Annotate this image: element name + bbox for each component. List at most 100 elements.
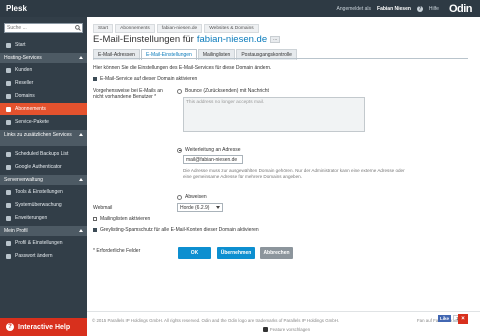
plesk-logo[interactable]: Plesk [6, 4, 27, 13]
backup-icon [6, 151, 11, 157]
sidebar-section-profile[interactable]: Mein Profil [0, 226, 87, 236]
cancel-button[interactable]: Abbrechen [260, 247, 293, 259]
odin-logo: Odin [448, 2, 473, 15]
footer-copyright: © 2015 Parallels IP Holdings GmbH. All r… [92, 318, 340, 323]
bounce-message-textarea[interactable]: This address no longer accepts mail. [183, 97, 365, 132]
reject-row: Abweisen [177, 194, 207, 200]
sidebar-item-label: Reseller [15, 80, 34, 86]
sidebar-item-label: Scheduled Backups List [15, 151, 69, 157]
user-menu[interactable]: Fabian Niesen [377, 6, 411, 12]
apply-button[interactable]: Übernehmen [217, 247, 255, 259]
facebook-like-button[interactable]: Like [438, 315, 452, 322]
help-icon[interactable]: ? [416, 5, 423, 12]
bounce-row: Bounce (Zurücksenden) mit Nachricht [177, 88, 269, 94]
sidebar-item-resellers[interactable]: Reseller [0, 77, 87, 89]
sidebar-item-google-authenticator[interactable]: Google Authenticator [0, 161, 87, 173]
mailinglists-checkbox[interactable] [93, 217, 97, 221]
feature-suggest-link[interactable]: Feature vorschlagen [263, 327, 310, 332]
forward-address-field[interactable]: mail@fabian-niesen.de [183, 155, 243, 164]
interactive-help-button[interactable]: ? Interactive Help [0, 318, 87, 336]
chevron-down-icon [216, 206, 220, 209]
tools-icon [6, 189, 11, 195]
sidebar-section-links[interactable]: Links zu zusätzlichen Services [0, 130, 87, 146]
breadcrumb-websites[interactable]: Websites & Domains [204, 24, 259, 33]
sidebar-item-label: Service-Pakete [15, 119, 49, 125]
forward-hint: Die Adresse muss zur ausgewählten Domain… [183, 168, 405, 179]
activate-email-checkbox[interactable] [93, 77, 97, 81]
top-bar: Plesk Angemeldet als Fabian Niesen ? Hil… [0, 0, 480, 17]
interactive-help-label: Interactive Help [18, 323, 71, 331]
customers-icon [6, 67, 11, 73]
title-prefix: E-Mail-Einstellungen für [93, 34, 194, 45]
sidebar-item-label: Kunden [15, 67, 33, 73]
collapse-icon [79, 133, 83, 136]
forward-row: Weiterleitung an Adresse [177, 147, 241, 153]
subscriptions-icon [6, 106, 11, 112]
search-input[interactable] [5, 24, 73, 32]
sidebar-item-subscriptions[interactable]: Abonnements [0, 103, 87, 115]
sidebar-item-change-password[interactable]: Passwort ändern [0, 250, 87, 262]
monitoring-icon [6, 202, 11, 208]
sidebar-section-server[interactable]: Serververwaltung [0, 175, 87, 185]
section-label: Serververwaltung [4, 177, 43, 183]
ok-button[interactable]: OK [178, 247, 211, 259]
sidebar-item-extensions[interactable]: Erweiterungen [0, 212, 87, 224]
section-label: Mein Profil [4, 228, 28, 234]
reject-radio[interactable] [177, 194, 182, 200]
sidebar: Start Hosting-Services Kunden Reseller D… [0, 17, 87, 336]
breadcrumb-start[interactable]: Start [93, 24, 114, 33]
sidebar-item-domains[interactable]: Domains [0, 90, 87, 102]
sidebar-item-start[interactable]: Start [0, 39, 87, 51]
title-domain[interactable]: fabian-niesen.de [197, 34, 267, 45]
search-box [4, 23, 83, 33]
sidebar-item-label: Abonnements [15, 106, 46, 112]
collapse-icon [79, 178, 83, 181]
sidebar-item-customers[interactable]: Kunden [0, 64, 87, 76]
activate-email-label: E-Mail-Service auf dieser Domain aktivie… [100, 76, 198, 82]
section-label: Hosting-Services [4, 55, 42, 61]
close-icon[interactable]: × [458, 314, 468, 324]
bounce-label: Bounce (Zurücksenden) mit Nachricht [185, 88, 269, 94]
profile-icon [6, 240, 11, 246]
search-icon[interactable] [73, 24, 82, 32]
sidebar-item-monitoring[interactable]: Systemüberwachung [0, 199, 87, 211]
sidebar-item-label: Profil & Einstellungen [15, 240, 63, 246]
breadcrumb-domain[interactable]: fabian-niesen.de [156, 24, 203, 33]
sidebar-item-scheduled-backups[interactable]: Scheduled Backups List [0, 148, 87, 160]
greylisting-label: Greylisting-Spamschutz für alle E-Mail-K… [100, 227, 259, 233]
webmail-select[interactable]: Horde (6.2.9) [177, 203, 223, 212]
logged-in-label: Angemeldet als [336, 5, 372, 12]
resellers-icon [6, 80, 11, 86]
sidebar-item-tools[interactable]: Tools & Einstellungen [0, 186, 87, 198]
forward-radio[interactable] [177, 147, 182, 153]
sidebar-item-label: Erweiterungen [15, 215, 48, 221]
top-right-area: Angemeldet als Fabian Niesen ? Hilfe Odi… [336, 0, 473, 17]
greylisting-row: Greylisting-Spamschutz für alle E-Mail-K… [93, 227, 259, 233]
bounce-radio[interactable] [177, 88, 182, 94]
authenticator-icon [6, 164, 11, 170]
sidebar-item-label: Google Authenticator [15, 164, 62, 170]
webmail-value: Horde (6.2.9) [180, 204, 210, 211]
reject-label: Abweisen [185, 194, 207, 200]
intro-text: Hier können Sie die Einstellungen des E-… [93, 65, 272, 71]
page-title: E-Mail-Einstellungen für fabian-niesen.d… [93, 34, 281, 45]
mailinglists-row: Mailinglisten aktivieren [93, 216, 150, 222]
more-button[interactable]: ... [270, 36, 281, 43]
sidebar-item-label: Tools & Einstellungen [15, 189, 63, 195]
sidebar-item-label: Passwort ändern [15, 253, 53, 259]
help-icon: ? [6, 323, 14, 331]
sidebar-item-service-plans[interactable]: Service-Pakete [0, 116, 87, 128]
required-note: * Erforderliche Felder [93, 248, 141, 254]
sidebar-section-hosting[interactable]: Hosting-Services [0, 53, 87, 63]
sidebar-item-profile[interactable]: Profil & Einstellungen [0, 237, 87, 249]
footer-divider [87, 311, 480, 312]
collapse-icon [79, 229, 83, 232]
extensions-icon [6, 215, 11, 221]
nonexistent-users-label: Vorgehensweise bei E-Mails an nicht vorh… [93, 88, 163, 100]
breadcrumb: Start Abonnements fabian-niesen.de Websi… [93, 24, 259, 33]
help-link[interactable]: Hilfe [429, 6, 439, 12]
breadcrumb-subscriptions[interactable]: Abonnements [115, 24, 155, 33]
greylisting-checkbox[interactable] [93, 228, 97, 232]
globe-icon [6, 93, 11, 99]
mailinglists-label: Mailinglisten aktivieren [100, 216, 151, 222]
